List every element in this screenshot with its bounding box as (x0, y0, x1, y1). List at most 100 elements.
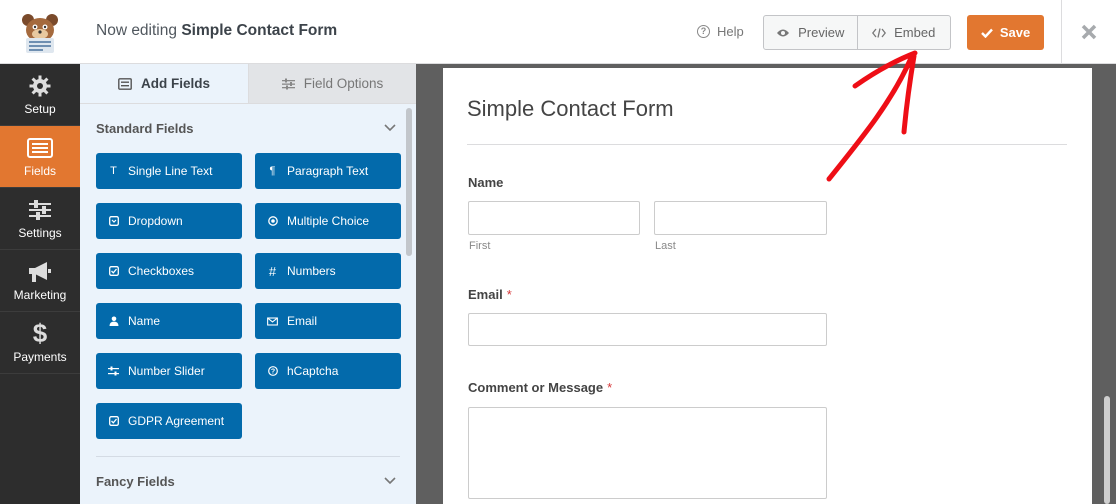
field-paragraph-text[interactable]: ¶ Paragraph Text (255, 153, 401, 189)
tab-field-options[interactable]: Field Options (248, 64, 416, 103)
form-preview-card: Simple Contact Form Name First Last Emai… (443, 68, 1092, 504)
save-label: Save (999, 25, 1031, 40)
paragraph-icon: ¶ (269, 165, 276, 177)
fields-icon (27, 136, 53, 160)
comment-textarea[interactable] (468, 407, 827, 499)
email-label: Email * (468, 287, 512, 302)
sliders-icon (29, 198, 51, 222)
chevron-down-icon (384, 124, 396, 132)
field-label: GDPR Agreement (128, 414, 225, 428)
form-title-divider (467, 144, 1067, 145)
wpforms-logo (0, 0, 80, 64)
embed-label: Embed (894, 25, 936, 40)
first-sublabel: First (469, 240, 491, 252)
form-preview-area: Simple Contact Form Name First Last Emai… (416, 64, 1116, 504)
nav-setup-label: Setup (24, 101, 56, 116)
field-label: Multiple Choice (287, 214, 370, 228)
nav-marketing-label: Marketing (13, 287, 67, 302)
field-single-line-text[interactable]: T Single Line Text (96, 153, 242, 189)
field-label: hCaptcha (287, 364, 339, 378)
field-gdpr-agreement[interactable]: GDPR Agreement (96, 403, 242, 439)
page-title: Now editing Simple Contact Form (96, 22, 337, 40)
gear-icon (29, 74, 51, 98)
close-icon (1081, 24, 1097, 40)
tab-add-fields[interactable]: Add Fields (80, 64, 248, 103)
top-bar: Now editing Simple Contact Form ? Help P… (0, 0, 1116, 64)
field-numbers[interactable]: # Numbers (255, 253, 401, 289)
text-icon: T (110, 165, 117, 177)
question-circle-icon: ? (697, 25, 710, 38)
code-icon (872, 27, 887, 38)
chevron-down-icon (384, 477, 396, 485)
fancy-fields-title: Fancy Fields (96, 473, 175, 489)
nav-payments[interactable]: $ Payments (0, 312, 80, 374)
field-multiple-choice[interactable]: Multiple Choice (255, 203, 401, 239)
form-title: Simple Contact Form (467, 96, 674, 121)
panel-scrollbar-thumb[interactable] (406, 108, 412, 256)
nav-settings-label: Settings (18, 225, 62, 240)
email-input[interactable] (468, 313, 827, 346)
field-label: Number Slider (128, 364, 205, 378)
envelope-icon (267, 316, 278, 326)
sliders-icon (281, 78, 295, 89)
help-link[interactable]: ? Help (697, 24, 744, 39)
question-icon: ? (267, 366, 278, 376)
nav-payments-label: Payments (13, 349, 67, 364)
nav-fields-label: Fields (23, 163, 56, 178)
nav-setup[interactable]: Setup (0, 64, 80, 126)
preview-embed-group: Preview Embed (763, 15, 951, 50)
field-label: Single Line Text (128, 164, 213, 178)
builder-sidebar: Setup Fields Settings Marketing $ Paymen… (0, 64, 80, 504)
embed-button[interactable]: Embed (856, 16, 951, 49)
field-hcaptcha[interactable]: ? hCaptcha (255, 353, 401, 389)
help-label: Help (717, 24, 744, 39)
fields-panel: Add Fields Field Options Standard Fields… (80, 64, 416, 504)
field-email[interactable]: Email (255, 303, 401, 339)
field-name[interactable]: Name (96, 303, 242, 339)
preview-button[interactable]: Preview (764, 16, 857, 49)
nav-fields[interactable]: Fields (0, 126, 80, 188)
list-icon (118, 77, 132, 90)
field-number-slider[interactable]: Number Slider (96, 353, 242, 389)
checkbox-icon (108, 416, 119, 426)
email-label-text: Email (468, 287, 503, 302)
last-sublabel: Last (655, 240, 676, 252)
standard-fields-header[interactable]: Standard Fields (96, 118, 396, 138)
last-name-input[interactable] (654, 201, 827, 235)
field-dropdown[interactable]: Dropdown (96, 203, 242, 239)
check-icon (980, 28, 993, 38)
field-label: Paragraph Text (287, 164, 369, 178)
field-label: Dropdown (128, 214, 183, 228)
hash-icon: # (268, 263, 277, 279)
required-marker: * (506, 287, 512, 302)
preview-scrollbar[interactable] (1104, 396, 1110, 504)
svg-text:?: ? (270, 369, 274, 376)
panel-tabs: Add Fields Field Options (80, 64, 416, 104)
dropdown-icon (108, 216, 119, 226)
section-divider (96, 456, 400, 457)
sliders-icon (108, 366, 119, 376)
first-name-input[interactable] (468, 201, 640, 235)
preview-label: Preview (798, 25, 845, 40)
megaphone-icon (27, 260, 53, 284)
user-icon (108, 316, 119, 326)
comment-label-text: Comment or Message (468, 380, 604, 395)
checkbox-icon (108, 266, 119, 276)
field-label: Numbers (287, 264, 336, 278)
nav-marketing[interactable]: Marketing (0, 250, 80, 312)
panel-scrollbar[interactable] (406, 108, 412, 504)
field-checkboxes[interactable]: Checkboxes (96, 253, 242, 289)
field-label: Name (128, 314, 161, 328)
save-button[interactable]: Save (967, 15, 1044, 50)
title-prefix: Now editing (96, 22, 177, 39)
required-marker: * (607, 380, 613, 395)
field-label: Checkboxes (128, 264, 195, 278)
dollar-icon: $ (32, 318, 48, 348)
nav-settings[interactable]: Settings (0, 188, 80, 250)
tab-add-fields-label: Add Fields (140, 76, 210, 91)
close-button[interactable] (1061, 0, 1116, 64)
fancy-fields-header[interactable]: Fancy Fields (96, 471, 396, 491)
eye-icon (777, 29, 790, 36)
radio-icon (267, 216, 278, 226)
form-name: Simple Contact Form (181, 22, 338, 39)
